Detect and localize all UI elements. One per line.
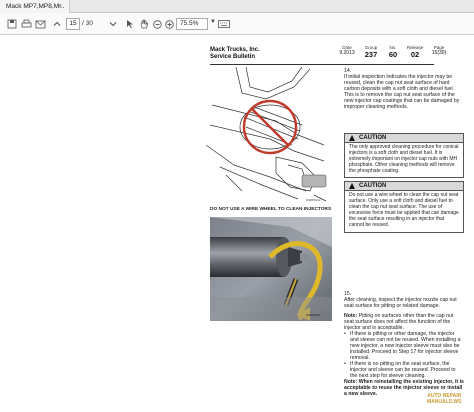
header-page: Page 15(30) — [431, 45, 447, 56]
watermark-logo: AUTO REPAIR MANUALS.WS — [427, 393, 462, 405]
keyboard-icon[interactable] — [218, 17, 230, 31]
header-number: No. 60 — [388, 45, 398, 59]
warning-icon — [349, 135, 355, 141]
save-icon[interactable] — [6, 17, 18, 31]
caution-box-1: CAUTION The only approved cleaning proce… — [344, 133, 464, 178]
caution-title: CAUTION — [359, 135, 387, 141]
zoom-select[interactable]: 75.5% — [176, 18, 208, 30]
bullet-item-2: If there is no pitting on the seat surfa… — [350, 361, 456, 380]
caution-text: Do not use a wire wheel to clean the cap… — [349, 192, 459, 228]
injector-photo: W2086161 — [210, 217, 332, 321]
chevron-down-icon[interactable]: ▼ — [210, 19, 216, 25]
step-14-text: If initial inspection indicates the inje… — [344, 74, 460, 111]
header-release: Release 02 — [406, 45, 424, 59]
note-text: Pitting on surfaces other than the cap n… — [344, 313, 454, 332]
wire-wheel-illustration: W2086162 — [205, 65, 334, 203]
close-tab-icon[interactable]: × — [58, 0, 62, 13]
caution-header: CAUTION — [345, 134, 463, 143]
figure1-id: W2086162 — [306, 198, 321, 202]
tab-bar: Mack MP7,MP8,M... × — [0, 0, 474, 13]
note-label: Note: — [344, 379, 358, 385]
note-1: Note: Pitting on surfaces other than the… — [344, 313, 464, 331]
select-cursor-icon[interactable] — [124, 17, 136, 31]
page-number-input[interactable]: 15 — [66, 18, 80, 30]
header-bulletin: Service Bulletin — [210, 54, 256, 60]
bullet-item-1: If there is pitting or other damage, the… — [350, 331, 461, 362]
caution-title: CAUTION — [359, 183, 387, 189]
next-page-icon[interactable] — [108, 17, 118, 31]
print-icon[interactable] — [20, 17, 32, 31]
header-group: Group 237 — [364, 45, 378, 59]
zoom-in-icon[interactable] — [164, 17, 174, 31]
document-tab[interactable]: Mack MP7,MP8,M... × — [0, 0, 70, 13]
step-15-text: After cleaning, inspect the injector noz… — [344, 297, 457, 310]
pdf-viewer-window: Mack MP7,MP8,M... × 15 / 30 75.5% ▼ Mack… — [0, 0, 474, 412]
header-company: Mack Trucks, Inc. — [210, 47, 260, 53]
hand-tool-icon[interactable] — [138, 17, 150, 31]
figure-caption: DO NOT USE A WIRE WHEEL TO CLEAN INJECTO… — [210, 207, 332, 212]
email-icon[interactable] — [34, 17, 46, 31]
caution-box-2: CAUTION Do not use a wire wheel to clean… — [344, 181, 464, 233]
warning-icon — [349, 183, 355, 189]
caution-text: The only approved cleaning procedure for… — [349, 144, 459, 174]
page-total-label: / 30 — [82, 20, 93, 27]
figure2-id: W2086161 — [306, 313, 321, 317]
document-tab-title: Mack MP7,MP8,M... — [6, 3, 65, 10]
caution-header: CAUTION — [345, 182, 463, 191]
toolbar: 15 / 30 75.5% ▼ — [0, 13, 474, 35]
note-label: Note: — [344, 313, 358, 319]
previous-page-icon[interactable] — [52, 17, 62, 31]
zoom-out-icon[interactable] — [152, 17, 162, 31]
header-date: Date 9.2013 — [339, 45, 355, 56]
document-page: Mack Trucks, Inc. Service Bulletin Date … — [200, 35, 474, 412]
